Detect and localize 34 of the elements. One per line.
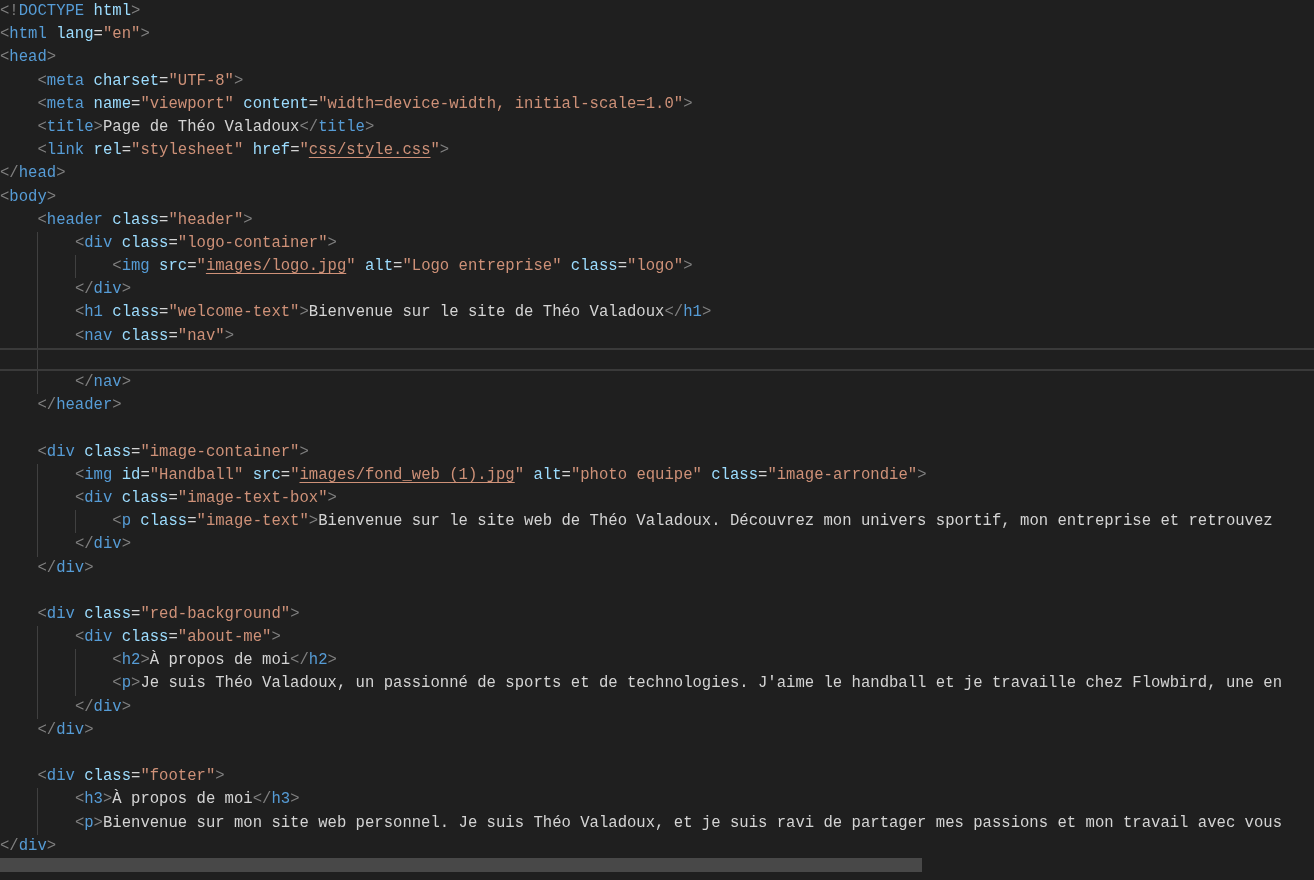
code-line: <div class="image-text-box"> (73, 487, 337, 509)
code-line: </header> (36, 395, 122, 417)
code-line: </div> (73, 534, 132, 556)
code-line: <h2>À propos de moi</h2> (111, 649, 337, 672)
code-line: <!DOCTYPE html> (0, 1, 141, 22)
code-line: <title>Page de Théo Valadoux</title> (36, 116, 375, 138)
code-line: <p>Je suis Théo Valadoux, un passionné de sports et de technologies. J'aime le handball et je travaille chez Flowbird, une en (111, 673, 1283, 695)
code-line: <body> (0, 186, 57, 208)
code-line: <div class="logo-container"> (73, 232, 337, 254)
code-line: </div> (36, 719, 94, 741)
code-line: <img id="Handball" src="images/fond_web (1).jpg" alt="photo equipe" class="image-arrondie"> (73, 464, 927, 486)
code-line: <header class="header"> (36, 209, 253, 231)
code-line: <h1 class="welcome-text">Bienvenue sur le site de Théo Valadoux</h1> (73, 302, 712, 324)
code-line: <img src="images/logo.jpg" alt="Logo entreprise" class="logo"> (111, 256, 693, 278)
code-line: <meta charset="UTF-8"> (36, 70, 244, 92)
code-line: </div> (0, 835, 57, 857)
code-line: <p class="image-text">Bienvenue sur le site web de Théo Valadoux. Découvrez mon univers sportif, mon entreprise et retrouvez (111, 511, 1273, 533)
code-line: <nav class="nav"> (73, 325, 234, 347)
code-line: <h3>À propos de moi</h3> (73, 788, 300, 811)
code-line: <meta name="viewport" content="width=device-width, initial-scale=1.0"> (36, 93, 693, 115)
code-line: </nav> (73, 372, 132, 393)
code-line: </div> (73, 279, 132, 301)
code-line: <div class="about-me"> (73, 627, 281, 649)
code-line: <link rel="stylesheet" href="css/style.css"> (36, 140, 450, 162)
code-line: <html lang="en"> (0, 24, 150, 46)
code-line: <div class="footer"> (36, 766, 225, 788)
code-line: <div class="red-background"> (36, 603, 300, 625)
code-line: <div class="image-container"> (36, 441, 309, 463)
scrollbar-thumb[interactable] (0, 858, 922, 872)
code-line: </div> (73, 696, 132, 718)
code-line: <p>Bienvenue sur mon site web personnel. Je suis Théo Valadoux, et je suis ravi de partager mes passions et mon travail avec vous (73, 812, 1283, 834)
code-line: </div> (36, 557, 94, 579)
code-line: <head> (0, 47, 57, 69)
code-line: </head> (0, 163, 66, 185)
